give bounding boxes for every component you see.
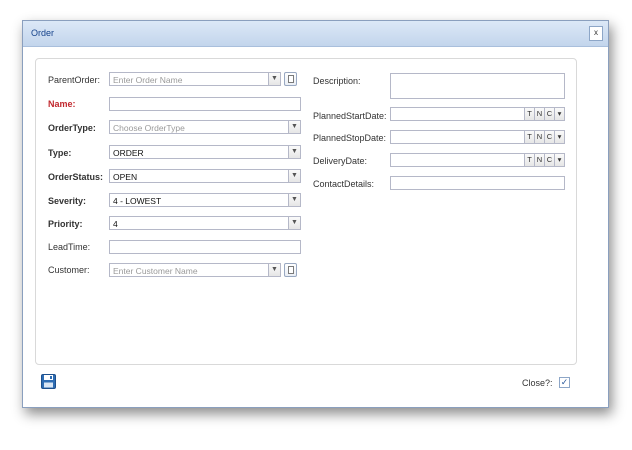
type-label: Type: [48,148,72,158]
chevron-down-icon[interactable]: ▼ [288,217,300,229]
close-after-save-checkbox[interactable]: ✓ [559,377,570,388]
order-status-label: OrderStatus: [48,172,104,182]
chevron-down-icon[interactable]: ▼ [288,146,300,158]
contact-details-input[interactable] [390,176,565,190]
lead-time-input[interactable] [109,240,301,254]
priority-value: 4 [113,219,118,229]
description-textarea[interactable] [390,73,565,99]
planned-start-date-input[interactable]: T N C ▾ [390,107,565,121]
customer-new-button[interactable] [284,263,297,277]
clear-button[interactable]: C [544,131,554,143]
priority-label: Priority: [48,219,83,229]
delivery-date-label: DeliveryDate: [313,156,368,166]
lead-time-label: LeadTime: [48,242,91,252]
close-after-save-label: Close?: [522,378,553,388]
planned-stop-date-buttons: T N C ▾ [524,131,564,143]
order-type-placeholder: Choose OrderType [113,123,185,133]
name-input[interactable] [109,97,301,111]
planned-stop-date-input[interactable]: T N C ▾ [390,130,565,144]
severity-value: 4 - LOWEST [113,196,162,206]
chevron-down-icon[interactable]: ▼ [288,194,300,206]
chevron-down-icon[interactable]: ▾ [554,154,564,166]
clear-button[interactable]: C [544,154,554,166]
today-button[interactable]: T [524,154,534,166]
chevron-down-icon[interactable]: ▼ [288,121,300,133]
chevron-down-icon[interactable]: ▾ [554,108,564,120]
order-status-value: OPEN [113,172,138,182]
severity-label: Severity: [48,196,87,206]
parent-order-new-button[interactable] [284,72,297,86]
type-value: ORDER [113,148,144,158]
dialog-title: Order [31,28,55,38]
severity-select[interactable]: 4 - LOWEST ▼ [109,193,301,207]
order-type-select[interactable]: Choose OrderType ▼ [109,120,301,134]
today-button[interactable]: T [524,131,534,143]
delivery-date-input[interactable]: T N C ▾ [390,153,565,167]
customer-placeholder: Enter Customer Name [113,266,198,276]
now-button[interactable]: N [534,131,544,143]
dialog-close-button[interactable]: x [589,26,603,41]
today-button[interactable]: T [524,108,534,120]
order-dialog: Order x ParentOrder: Enter Order Name ▼ … [22,20,609,408]
dialog-titlebar[interactable]: Order x [23,21,608,47]
now-button[interactable]: N [534,154,544,166]
parent-order-label: ParentOrder: [48,75,101,85]
type-select[interactable]: ORDER ▼ [109,145,301,159]
contact-details-label: ContactDetails: [313,179,375,189]
planned-start-date-buttons: T N C ▾ [524,108,564,120]
floppy-disk-icon[interactable] [41,374,56,389]
delivery-date-buttons: T N C ▾ [524,154,564,166]
name-label: Name: [48,99,76,109]
order-type-label: OrderType: [48,123,96,133]
parent-order-combo[interactable]: Enter Order Name ▼ [109,72,281,86]
customer-label: Customer: [48,265,90,275]
chevron-down-icon[interactable]: ▼ [288,170,300,182]
chevron-down-icon[interactable]: ▼ [268,73,280,85]
now-button[interactable]: N [534,108,544,120]
chevron-down-icon[interactable]: ▼ [268,264,280,276]
order-form-panel: ParentOrder: Enter Order Name ▼ Name: Or… [35,58,577,365]
customer-combo[interactable]: Enter Customer Name ▼ [109,263,281,277]
order-status-select[interactable]: OPEN ▼ [109,169,301,183]
priority-select[interactable]: 4 ▼ [109,216,301,230]
parent-order-placeholder: Enter Order Name [113,75,183,85]
planned-stop-date-label: PlannedStopDate: [313,133,387,143]
planned-start-date-label: PlannedStartDate: [313,111,387,121]
description-label: Description: [313,76,361,86]
chevron-down-icon[interactable]: ▾ [554,131,564,143]
clear-button[interactable]: C [544,108,554,120]
